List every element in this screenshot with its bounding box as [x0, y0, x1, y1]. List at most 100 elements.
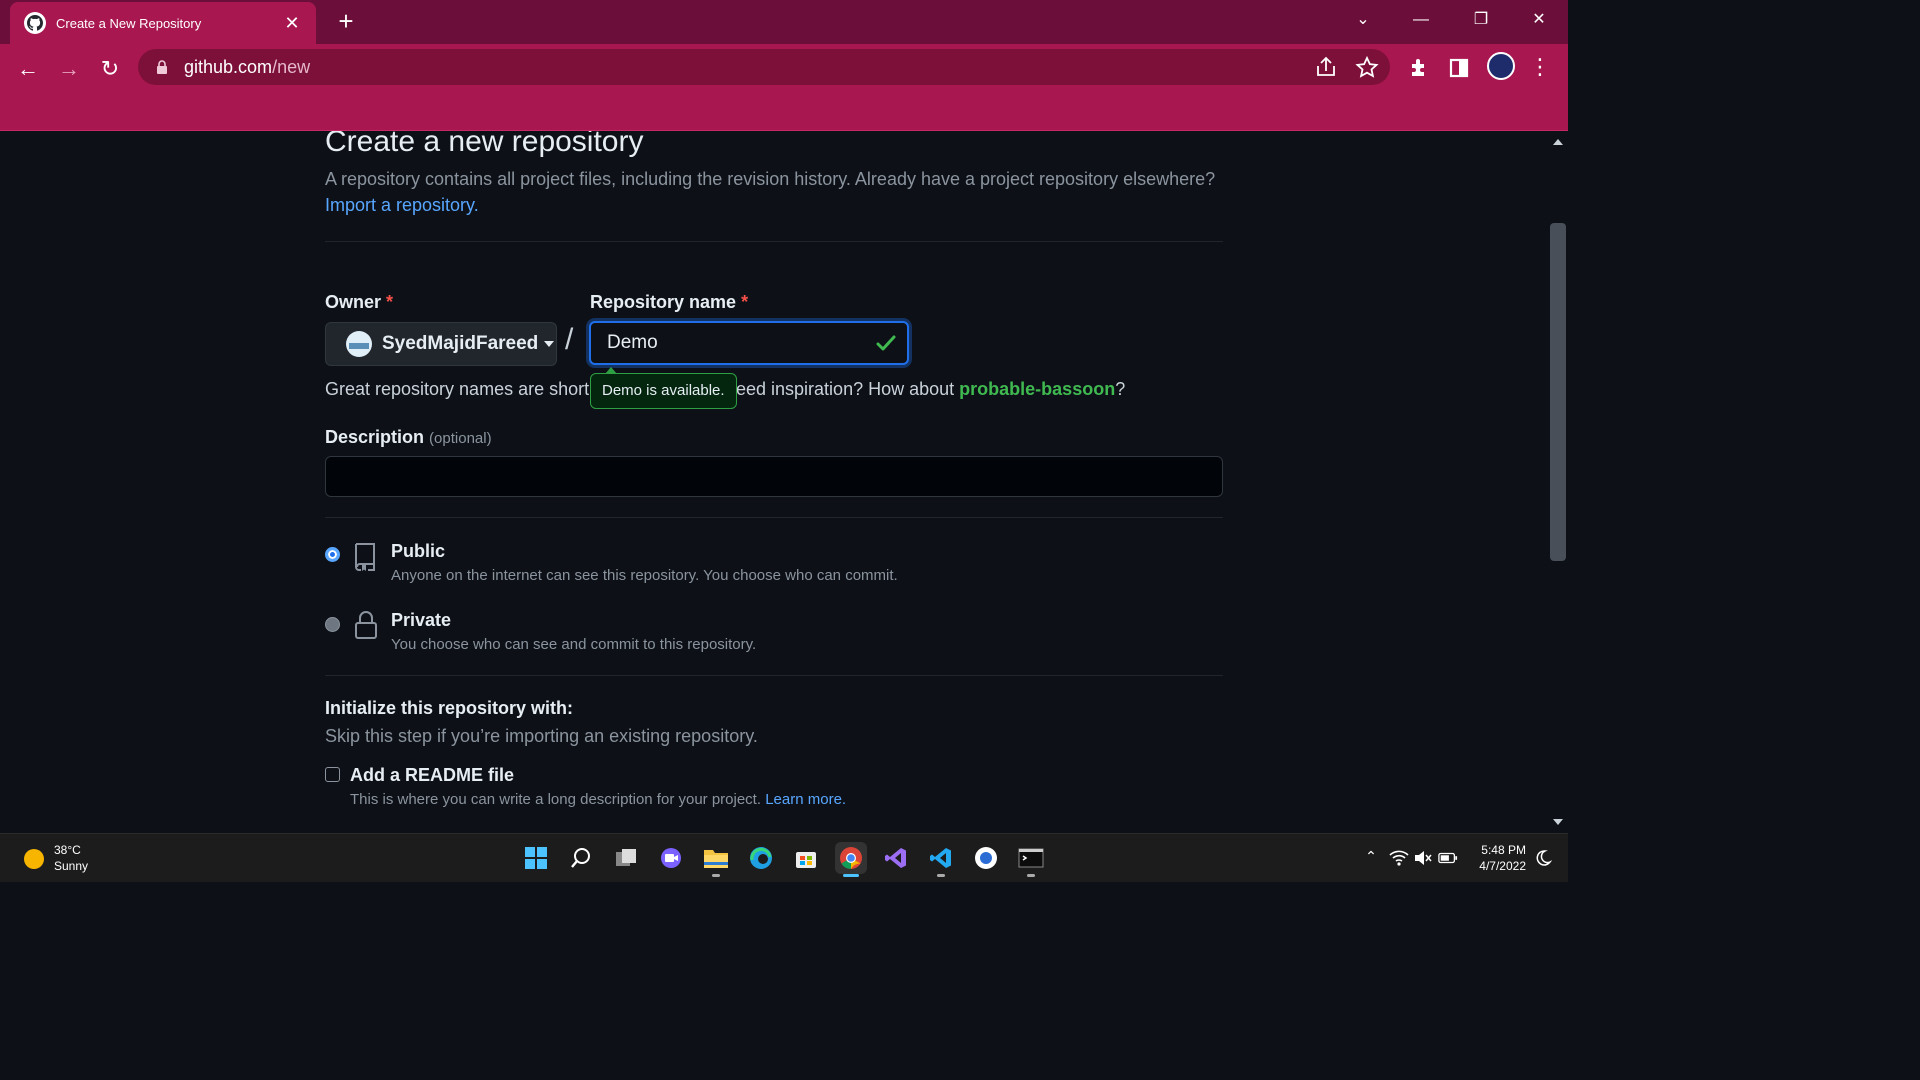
- owner-name: SyedMajidFareed: [382, 333, 539, 354]
- vscode-icon[interactable]: [925, 842, 957, 877]
- check-icon: [876, 335, 896, 351]
- add-readme-description: This is where you can write a long descr…: [350, 791, 846, 808]
- availability-tooltip: Demo is available.: [590, 367, 737, 409]
- tab-search-icon[interactable]: ⌄: [1348, 6, 1378, 34]
- extensions-icon[interactable]: [1404, 54, 1432, 82]
- page-title: Create a new repository: [325, 131, 644, 158]
- store-icon[interactable]: [790, 842, 822, 874]
- lock-icon: [355, 611, 377, 639]
- initialize-title: Initialize this repository with:: [325, 698, 574, 718]
- running-indicator: [712, 874, 720, 877]
- scroll-up-icon[interactable]: [1553, 139, 1563, 145]
- private-description: You choose who can see and commit to thi…: [391, 636, 757, 653]
- url-host: github.com: [184, 56, 273, 77]
- battery-icon[interactable]: [1438, 849, 1458, 867]
- lock-icon[interactable]: [156, 60, 168, 74]
- weather-condition[interactable]: Sunny: [54, 859, 88, 873]
- page-scrollbar[interactable]: [1548, 131, 1568, 833]
- tab-title: Create a New Repository: [56, 15, 202, 31]
- page-content: Create a new repository A repository con…: [0, 131, 1548, 833]
- hint-question-mark: ?: [1115, 379, 1126, 399]
- running-indicator: [937, 874, 945, 877]
- clock-time[interactable]: 5:48 PM: [1478, 843, 1526, 857]
- edge-icon[interactable]: [745, 842, 777, 874]
- chat-icon[interactable]: [655, 842, 687, 874]
- file-explorer-icon[interactable]: [700, 842, 732, 877]
- description-label: Description (optional): [325, 427, 492, 448]
- public-radio[interactable]: [325, 547, 340, 562]
- owner-select[interactable]: SyedMajidFareed: [325, 322, 557, 366]
- tab-strip: Create a New Repository ✕ + ⌄ — ❐ ✕: [0, 0, 1568, 44]
- learn-more-link[interactable]: Learn more.: [765, 791, 846, 808]
- weather-temperature[interactable]: 38°C: [54, 843, 81, 857]
- repo-name-label: Repository name *: [590, 292, 748, 313]
- tab-active[interactable]: Create a New Repository ✕: [10, 2, 316, 44]
- hint-text-middle: eed inspiration? How about: [736, 379, 955, 399]
- scroll-thumb[interactable]: [1550, 223, 1566, 561]
- hint-text-start: Great repository names are short: [325, 379, 590, 399]
- profile-avatar[interactable]: [1487, 52, 1515, 80]
- running-indicator: [1027, 874, 1035, 877]
- owner-avatar: [346, 331, 372, 357]
- url-path: /new: [272, 56, 311, 77]
- owner-repo-separator: /: [565, 323, 574, 356]
- public-description: Anyone on the internet can see this repo…: [391, 567, 898, 584]
- name-suggestion[interactable]: probable-bassoon: [959, 379, 1115, 399]
- repo-name-label-text: Repository name: [590, 292, 737, 312]
- new-tab-button[interactable]: +: [332, 6, 360, 36]
- start-icon[interactable]: [520, 842, 552, 874]
- hint-text-end: eed inspiration? How about probable-bass…: [736, 379, 1125, 400]
- add-readme-checkbox[interactable]: [325, 767, 340, 782]
- description-input[interactable]: [325, 456, 1223, 497]
- description-label-text: Description: [325, 427, 425, 447]
- wifi-icon[interactable]: [1389, 849, 1409, 867]
- import-repository-link[interactable]: Import a repository.: [325, 195, 479, 216]
- visual-studio-icon[interactable]: [880, 842, 912, 874]
- close-window-button[interactable]: ✕: [1524, 6, 1554, 34]
- url-text: github.com/new: [184, 57, 310, 78]
- app-icon[interactable]: [970, 842, 1002, 874]
- sun-icon[interactable]: [24, 849, 44, 869]
- focus-assist-icon[interactable]: [1532, 849, 1552, 867]
- forward-button[interactable]: →: [54, 54, 84, 84]
- chrome-icon[interactable]: [835, 842, 867, 877]
- reload-button[interactable]: ↻: [95, 54, 125, 84]
- initialize-subtitle: Skip this step if you’re importing an ex…: [325, 726, 758, 746]
- owner-label: Owner *: [325, 292, 393, 313]
- scroll-down-icon[interactable]: [1553, 819, 1563, 825]
- back-button[interactable]: ←: [13, 54, 43, 84]
- repository-name-value: Demo: [607, 332, 658, 353]
- readme-desc-text: This is where you can write a long descr…: [350, 791, 762, 808]
- minimize-button[interactable]: —: [1406, 6, 1436, 34]
- repository-name-input[interactable]: Demo: [589, 321, 909, 365]
- page-lead: A repository contains all project files,…: [325, 169, 1216, 189]
- active-indicator: [843, 874, 859, 877]
- repo-required-mark: *: [741, 292, 749, 312]
- owner-label-text: Owner: [325, 292, 382, 312]
- terminal-icon[interactable]: [1015, 842, 1047, 877]
- clock-date[interactable]: 4/7/2022: [1470, 859, 1526, 873]
- chevron-up-icon[interactable]: ⌃: [1361, 848, 1381, 865]
- browser-toolbar: ← → ↻ github.com/new ⋮: [0, 44, 1568, 131]
- description-optional: (optional): [429, 430, 492, 447]
- public-title: Public: [391, 541, 446, 561]
- add-readme-title: Add a README file: [350, 765, 515, 785]
- repo-icon: [355, 543, 375, 571]
- volume-muted-icon[interactable]: [1413, 849, 1433, 867]
- owner-required-mark: *: [386, 292, 394, 312]
- address-bar[interactable]: github.com/new: [138, 49, 1390, 85]
- share-icon[interactable]: [1312, 54, 1340, 82]
- tab-close-icon[interactable]: ✕: [282, 13, 302, 34]
- divider: [325, 517, 1223, 518]
- divider: [325, 675, 1223, 676]
- private-radio[interactable]: [325, 617, 340, 632]
- side-panel-icon[interactable]: [1445, 54, 1473, 82]
- caret-down-icon: [544, 341, 555, 347]
- windows-taskbar: 38°C Sunny ⌃ 5:48 PM 4/7/2022: [0, 833, 1568, 882]
- restore-button[interactable]: ❐: [1466, 6, 1496, 34]
- search-icon[interactable]: [565, 842, 597, 874]
- private-title: Private: [391, 610, 452, 630]
- task-view-icon[interactable]: [610, 842, 642, 874]
- bookmark-star-icon[interactable]: [1353, 54, 1381, 82]
- browser-menu-icon[interactable]: ⋮: [1528, 52, 1552, 82]
